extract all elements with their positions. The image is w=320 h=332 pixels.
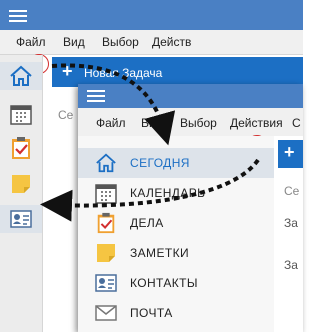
arrow-expand [51,63,176,146]
annotation-arrows [40,63,260,222]
arrow-collapse [40,158,260,222]
